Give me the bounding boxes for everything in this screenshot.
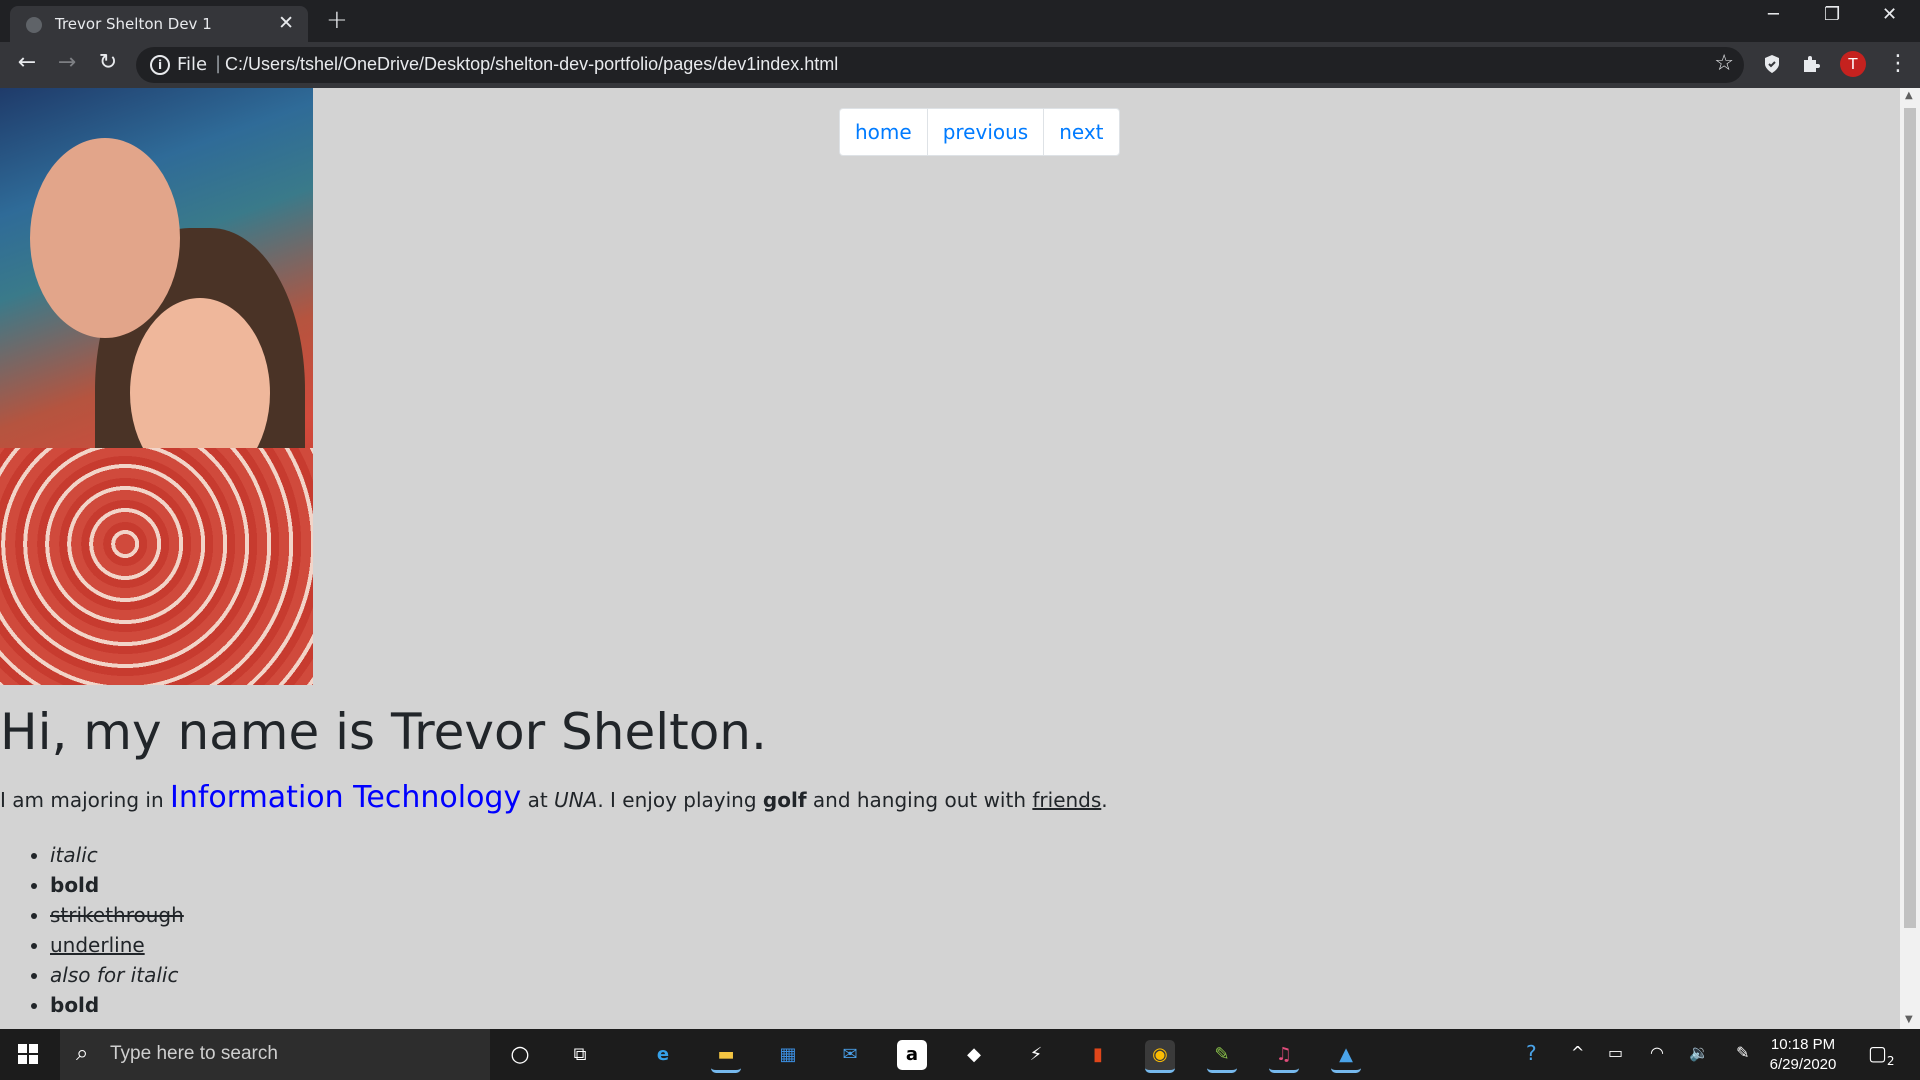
new-tab-button[interactable]: +	[326, 5, 348, 35]
store-icon[interactable]: ▦	[773, 1040, 803, 1070]
windows-start-icon[interactable]	[18, 1044, 38, 1064]
page-title: Hi, my name is Trevor Shelton.	[0, 703, 767, 761]
minimize-button[interactable]: ─	[1768, 4, 1779, 25]
puzzle-extensions-icon[interactable]	[1801, 54, 1821, 79]
photos-icon[interactable]: ▲	[1331, 1040, 1361, 1073]
vertical-scrollbar[interactable]: ▲ ▼	[1900, 88, 1920, 1029]
url-scheme: File	[177, 54, 208, 75]
list-item: bold	[50, 990, 184, 1020]
cortana-icon[interactable]: ○	[505, 1040, 535, 1070]
help-icon[interactable]: ?	[1526, 1041, 1537, 1065]
show-hidden-icons-chevron[interactable]: ^	[1571, 1043, 1584, 1062]
windows-taskbar: ⌕ Type here to search ○ ⧉ e ▬ ▦ ✉ a ◆ ⚡ …	[0, 1029, 1920, 1080]
system-clock[interactable]: 10:18 PM 6/29/2020	[1758, 1035, 1848, 1075]
browser-toolbar: ← → ↻ i File | C:/Users/tshel/OneDrive/D…	[0, 42, 1920, 88]
profile-photo	[0, 88, 313, 685]
list-item: strikethrough	[50, 900, 184, 930]
school-text: UNA	[554, 788, 598, 812]
scroll-up-icon[interactable]: ▲	[1905, 90, 1913, 101]
amazon-icon[interactable]: a	[897, 1040, 927, 1070]
close-window-button[interactable]: ✕	[1882, 4, 1897, 25]
slashes-app-icon[interactable]: ⚡	[1021, 1040, 1051, 1070]
tab-title: Trevor Shelton Dev 1	[55, 15, 212, 33]
list-item: bold	[50, 870, 184, 900]
reload-button[interactable]: ↻	[93, 50, 123, 75]
address-bar[interactable]: i File | C:/Users/tshel/OneDrive/Desktop…	[136, 47, 1744, 83]
search-icon: ⌕	[76, 1041, 89, 1066]
intro-paragraph: I am majoring in Information Technology …	[0, 780, 1108, 815]
office-icon[interactable]: ▮	[1083, 1040, 1113, 1070]
previous-link[interactable]: previous	[926, 109, 1044, 155]
page-viewport: home previous next Hi, my name is Trevor…	[0, 88, 1900, 1029]
battery-icon[interactable]: ▭	[1608, 1043, 1623, 1062]
search-placeholder: Type here to search	[110, 1043, 278, 1064]
profile-avatar[interactable]: T	[1840, 51, 1866, 77]
restore-button[interactable]: ❐	[1824, 4, 1840, 25]
globe-icon	[26, 17, 42, 33]
pagination-nav: home previous next	[839, 108, 1120, 156]
scroll-down-icon[interactable]: ▼	[1905, 1014, 1913, 1025]
close-tab-icon[interactable]: ✕	[278, 12, 294, 34]
hobby-text: golf	[762, 788, 807, 812]
clock-date: 6/29/2020	[1769, 1056, 1837, 1073]
list-item: also for italic	[50, 960, 184, 990]
action-center-icon[interactable]: ▢2	[1868, 1041, 1895, 1068]
pen-icon[interactable]: ✎	[1736, 1043, 1749, 1062]
chrome-icon[interactable]: ◉	[1145, 1040, 1175, 1073]
site-info-icon[interactable]: i	[150, 55, 170, 75]
text-style-list: italic bold strikethrough underline also…	[0, 840, 184, 1020]
task-view-icon[interactable]: ⧉	[565, 1040, 595, 1070]
bookmark-star-icon[interactable]: ☆	[1714, 51, 1734, 76]
file-explorer-icon[interactable]: ▬	[711, 1040, 741, 1073]
forward-button[interactable]: →	[52, 50, 82, 75]
back-button[interactable]: ←	[12, 50, 42, 75]
list-item: underline	[50, 930, 184, 960]
tab-strip: Trevor Shelton Dev 1 ✕ + ─ ❐ ✕	[0, 0, 1920, 42]
active-tab[interactable]: Trevor Shelton Dev 1 ✕	[10, 6, 308, 42]
next-link[interactable]: next	[1043, 109, 1118, 155]
dropbox-icon[interactable]: ◆	[959, 1040, 989, 1070]
notepad-plus-plus-icon[interactable]: ✎	[1207, 1040, 1237, 1073]
wifi-icon[interactable]: ◠	[1650, 1043, 1664, 1062]
shield-extension-icon[interactable]	[1762, 54, 1782, 79]
kebab-menu-icon[interactable]: ⋮	[1887, 51, 1909, 76]
itunes-icon[interactable]: ♫	[1269, 1040, 1299, 1073]
url-separator: |	[215, 53, 222, 74]
edge-icon[interactable]: e	[648, 1040, 678, 1070]
notification-count: 2	[1886, 1054, 1895, 1068]
home-link[interactable]: home	[840, 109, 927, 155]
list-item: italic	[50, 840, 184, 870]
clock-time: 10:18 PM	[1770, 1036, 1836, 1053]
taskbar-search-box[interactable]: ⌕ Type here to search	[60, 1029, 490, 1080]
volume-icon[interactable]: 🔉	[1689, 1043, 1709, 1062]
major-text: Information Technology	[169, 780, 522, 815]
friends-text: friends	[1032, 788, 1102, 812]
url-text[interactable]: C:/Users/tshel/OneDrive/Desktop/shelton-…	[225, 54, 838, 75]
mail-icon[interactable]: ✉	[835, 1040, 865, 1070]
scrollbar-thumb[interactable]	[1904, 108, 1916, 928]
